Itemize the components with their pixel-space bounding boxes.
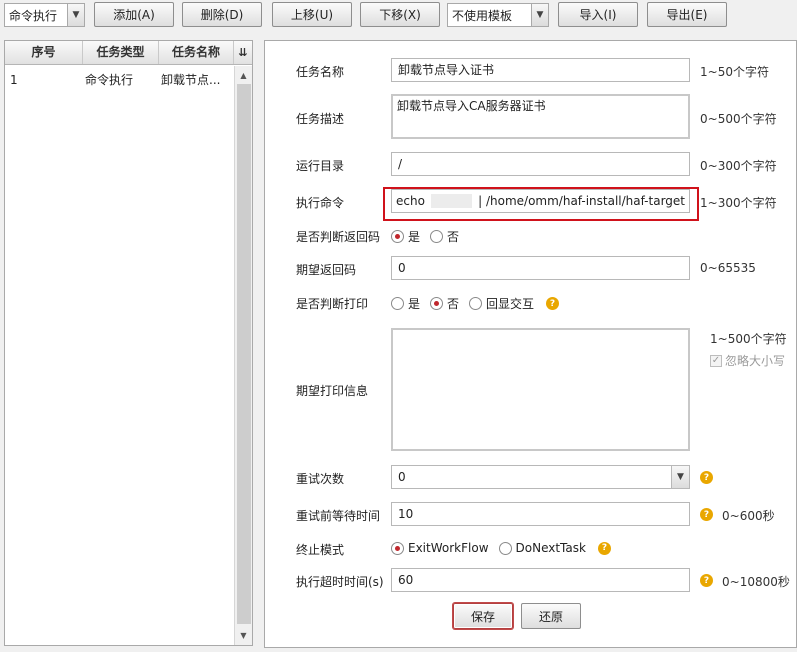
check-return-no-label[interactable]: 否	[447, 228, 459, 245]
row-task-type: 命令执行	[85, 73, 134, 87]
retry-wait-input[interactable]: 10	[391, 502, 690, 526]
stop-mode-next-radio[interactable]	[498, 541, 512, 555]
task-list-scrollbar[interactable]: ▲ ▼	[234, 66, 252, 645]
check-print-label: 是否判断打印	[296, 297, 369, 311]
move-up-button[interactable]: 上移(U)	[272, 2, 352, 27]
help-icon[interactable]: ?	[546, 297, 560, 310]
chevron-down-icon[interactable]: ▼	[67, 4, 84, 26]
check-print-interactive-radio[interactable]	[469, 297, 483, 310]
row-task-name: 卸载节点...	[161, 73, 221, 87]
column-header-task-name[interactable]: 任务名称	[159, 41, 234, 64]
task-desc-value: 卸载节点导入CA服务器证书	[397, 99, 546, 113]
exec-cmd-hint: 1~300个字符	[700, 196, 777, 210]
import-button[interactable]: 导入(I)	[558, 2, 638, 27]
task-name-hint: 1~50个字符	[700, 65, 769, 79]
exec-timeout-hint: 0~10800秒	[722, 575, 790, 589]
task-name-label: 任务名称	[296, 65, 345, 79]
check-print-radio-group: 是 否 回显交互 ?	[391, 295, 560, 312]
ignore-case-label: 忽略大小写	[725, 354, 786, 368]
check-return-label: 是否判断返回码	[296, 230, 381, 244]
exec-cmd-prefix: echo	[396, 194, 425, 208]
task-detail-form: 任务名称 卸载节点导入证书 1~50个字符 任务描述 卸载节点导入CA服务器证书…	[264, 40, 797, 648]
check-return-yes-radio[interactable]	[391, 230, 404, 243]
check-print-interactive-label[interactable]: 回显交互	[486, 295, 534, 312]
checkbox-check-icon: ✓	[710, 354, 722, 367]
expected-return-hint: 0~65535	[700, 261, 756, 275]
delete-button[interactable]: 删除(D)	[182, 2, 262, 27]
exec-timeout-input[interactable]: 60	[391, 568, 690, 592]
retry-wait-label: 重试前等待时间	[296, 509, 381, 523]
help-icon[interactable]: ?	[700, 508, 713, 521]
move-down-button[interactable]: 下移(X)	[360, 2, 440, 27]
chevron-down-icon[interactable]: ▼	[671, 466, 689, 488]
exec-cmd-label: 执行命令	[296, 196, 345, 210]
task-desc-textarea[interactable]: 卸载节点导入CA服务器证书	[391, 94, 690, 139]
help-icon[interactable]: ?	[700, 471, 713, 484]
stop-mode-exit-radio[interactable]	[391, 541, 404, 555]
redacted-block	[430, 194, 473, 208]
task-type-select-value: 命令执行	[9, 8, 58, 23]
table-row[interactable]: 1 命令执行 卸载节点...	[5, 66, 233, 94]
task-name-input[interactable]: 卸载节点导入证书	[391, 58, 690, 82]
template-select[interactable]: 不使用模板 ▼	[447, 3, 549, 27]
check-return-no-radio[interactable]	[430, 230, 444, 243]
stop-mode-label: 终止模式	[296, 543, 345, 557]
restore-button[interactable]: 还原	[521, 603, 581, 629]
column-chooser-icon[interactable]: ⇊	[234, 41, 252, 64]
row-index: 1	[10, 73, 18, 87]
run-dir-hint: 0~300个字符	[700, 159, 777, 173]
column-header-index[interactable]: 序号	[5, 41, 83, 64]
check-print-no-label[interactable]: 否	[447, 295, 459, 312]
run-dir-input[interactable]: /	[391, 152, 690, 176]
scrollbar-thumb[interactable]	[237, 84, 251, 624]
retry-count-select[interactable]: 0 ▼	[391, 465, 690, 489]
task-list-panel: 序号 任务类型 任务名称 ⇊ 1 命令执行 卸载节点... ▲ ▼	[4, 40, 253, 646]
check-print-no-radio[interactable]	[430, 297, 444, 310]
help-icon[interactable]: ?	[700, 574, 713, 587]
expected-print-label: 期望打印信息	[296, 384, 369, 398]
exec-cmd-suffix: | /home/omm/haf-install/haf-target	[478, 194, 685, 208]
run-dir-label: 运行目录	[296, 159, 345, 173]
retry-count-value: 0	[398, 470, 406, 484]
task-desc-label: 任务描述	[296, 112, 345, 126]
task-type-select[interactable]: 命令执行 ▼	[4, 3, 85, 27]
scroll-up-icon[interactable]: ▲	[235, 67, 252, 83]
check-return-yes-label[interactable]: 是	[408, 228, 420, 245]
scroll-down-icon[interactable]: ▼	[235, 627, 252, 643]
retry-wait-hint: 0~600秒	[722, 509, 775, 523]
save-button[interactable]: 保存	[453, 603, 513, 629]
check-return-radio-group: 是 否	[391, 228, 469, 245]
column-header-task-type[interactable]: 任务类型	[83, 41, 159, 64]
add-button[interactable]: 添加(A)	[94, 2, 174, 27]
expected-return-label: 期望返回码	[296, 263, 357, 277]
chevron-down-icon[interactable]: ▼	[531, 4, 548, 26]
check-print-yes-radio[interactable]	[391, 297, 404, 310]
task-list-header: 序号 任务类型 任务名称 ⇊	[5, 41, 252, 65]
retry-count-label: 重试次数	[296, 472, 345, 486]
expected-return-input[interactable]: 0	[391, 256, 690, 280]
stop-mode-exit-label[interactable]: ExitWorkFlow	[408, 541, 489, 555]
check-print-yes-label[interactable]: 是	[408, 295, 420, 312]
expected-print-hint: 1~500个字符	[710, 332, 787, 346]
exec-cmd-input[interactable]: echo | /home/omm/haf-install/haf-target	[391, 189, 690, 213]
stop-mode-radio-group: ExitWorkFlow DoNextTask ?	[391, 541, 611, 555]
export-button[interactable]: 导出(E)	[647, 2, 727, 27]
ignore-case-checkbox: ✓ 忽略大小写	[710, 352, 785, 369]
stop-mode-next-label[interactable]: DoNextTask	[516, 541, 586, 555]
template-select-value: 不使用模板	[452, 8, 513, 23]
help-icon[interactable]: ?	[597, 541, 611, 555]
expected-print-textarea[interactable]	[391, 328, 690, 451]
exec-timeout-label: 执行超时时间(s)	[296, 575, 384, 589]
task-desc-hint: 0~500个字符	[700, 112, 777, 126]
